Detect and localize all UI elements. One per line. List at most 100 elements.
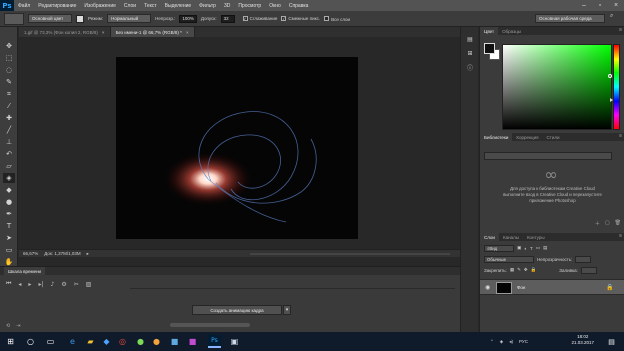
filter-smart-icon[interactable]: ▤ <box>543 245 547 251</box>
tab-channels[interactable]: Каналы <box>499 233 523 241</box>
horizontal-scrollbar[interactable] <box>250 253 450 255</box>
layer-blend-select[interactable]: Обычные <box>484 255 534 263</box>
hue-slider-handle[interactable] <box>610 98 613 102</box>
app-icon-green[interactable]: ● <box>134 335 147 348</box>
transition-icon[interactable]: ▨ <box>86 281 92 288</box>
quick-select-tool-icon[interactable]: ✎ <box>3 77 15 87</box>
contiguous-checkbox[interactable]: ✓ Смежные пикс. <box>281 16 320 21</box>
path-selection-tool-icon[interactable]: ➤ <box>3 233 15 243</box>
color-field-marker[interactable] <box>608 74 612 78</box>
marquee-tool-icon[interactable]: ⬚ <box>3 53 15 63</box>
layer-name[interactable]: Фон <box>517 285 525 290</box>
search-icon[interactable]: ○ <box>24 335 37 348</box>
search-icon[interactable]: ⌕ <box>610 13 613 20</box>
timeline-zoom-slider[interactable] <box>170 323 250 327</box>
menu-3d[interactable]: 3D <box>220 3 234 9</box>
tolerance-input[interactable]: 32 <box>220 14 235 23</box>
minimize-icon[interactable]: – <box>576 0 592 11</box>
pattern-swatch[interactable] <box>76 14 84 23</box>
menu-image[interactable]: Изображение <box>80 3 120 9</box>
lock-transparent-icon[interactable]: ▦ <box>510 267 514 273</box>
menu-select[interactable]: Выделение <box>161 3 196 9</box>
tool-preset-picker[interactable] <box>4 12 24 25</box>
lock-all-icon[interactable]: 🔒 <box>531 267 537 273</box>
tab-document-2[interactable]: Без имени-1 @ 66,7% (RGB/8) * × <box>110 27 195 37</box>
language-indicator[interactable]: РУС <box>519 339 528 344</box>
layer-opacity-input[interactable] <box>575 255 592 263</box>
tab-document-1[interactable]: 1.gif @ 73,3% (Фон копия 2, RGB/8) × <box>19 27 111 37</box>
split-icon[interactable]: ✂ <box>74 281 79 288</box>
filter-shape-icon[interactable]: ▭ <box>536 245 540 251</box>
edge-browser-icon[interactable]: e <box>66 335 79 348</box>
taskbar-clock[interactable]: 18:02 21.03.2017 <box>571 334 594 346</box>
photoshop-taskbar-icon[interactable]: Ps <box>208 335 221 348</box>
menu-edit[interactable]: Редактирование <box>34 3 80 9</box>
filter-type-icon[interactable]: T <box>530 246 533 251</box>
panel-menu-icon[interactable]: ≡ <box>619 233 622 239</box>
volume-icon[interactable]: ◂) <box>509 339 513 345</box>
tab-color[interactable]: Цвет <box>480 27 499 35</box>
menu-layers[interactable]: Слои <box>120 3 140 9</box>
file-explorer-icon[interactable]: ▰ <box>84 335 97 348</box>
opacity-input[interactable]: 100% <box>179 14 197 23</box>
history-brush-tool-icon[interactable]: ↶ <box>3 149 15 159</box>
app-icon-orange[interactable]: ● <box>150 335 163 348</box>
pen-tool-icon[interactable]: ✒ <box>3 209 15 219</box>
panel-menu-icon[interactable]: ≡ <box>619 27 622 33</box>
antialias-checkbox[interactable]: ✓ Сглаживание <box>242 16 277 21</box>
notifications-icon[interactable]: ▤ <box>605 335 618 348</box>
tab-libraries[interactable]: Библиотеки <box>480 133 513 141</box>
dodge-tool-icon[interactable]: ● <box>3 197 15 207</box>
network-icon[interactable]: ◈ <box>500 339 503 345</box>
eraser-tool-icon[interactable]: ▱ <box>3 161 15 171</box>
visibility-eye-icon[interactable]: ◉ <box>485 284 490 291</box>
menu-help[interactable]: Справка <box>285 3 313 9</box>
menu-window[interactable]: Окно <box>265 3 285 9</box>
next-frame-icon[interactable]: ▸| <box>38 281 43 288</box>
menu-filter[interactable]: Фильтр <box>195 3 220 9</box>
close-tab-icon[interactable]: × <box>102 30 105 35</box>
move-tool-icon[interactable]: ✥ <box>3 41 15 51</box>
filter-adjust-icon[interactable]: ◐ <box>524 246 527 251</box>
history-panel-icon[interactable]: ▤ <box>465 35 475 44</box>
lock-pixels-icon[interactable]: ✎ <box>517 267 521 273</box>
eyedropper-tool-icon[interactable]: ⁄ <box>3 101 15 111</box>
timeline-track[interactable] <box>130 279 455 289</box>
close-tab-icon[interactable]: × <box>186 30 189 35</box>
layer-fill-input[interactable] <box>580 266 597 274</box>
chevron-down-icon[interactable]: ▾ <box>283 305 291 315</box>
tab-timeline[interactable]: Шкала времени <box>4 267 46 275</box>
fill-source-select[interactable]: Основной цвет <box>28 14 72 23</box>
tray-up-icon[interactable]: ⌃ <box>490 339 494 345</box>
filter-pixel-icon[interactable]: ▣ <box>517 245 521 251</box>
audio-icon[interactable]: ♪ <box>50 281 54 288</box>
store-icon[interactable]: ◆ <box>100 335 113 348</box>
info-panel-icon[interactable]: ⓘ <box>465 63 475 72</box>
image-canvas[interactable] <box>116 57 358 239</box>
tab-layers[interactable]: Слои <box>480 233 499 241</box>
hue-slider[interactable] <box>613 44 620 130</box>
app-icon-blue[interactable]: ■ <box>168 335 181 348</box>
render-icon[interactable]: ⇥ <box>16 323 20 329</box>
tab-swatches[interactable]: Образцы <box>498 27 525 35</box>
settings-gear-icon[interactable]: ⚙ <box>61 281 66 288</box>
layer-row[interactable]: ◉ Фон 🔒 <box>480 279 624 295</box>
play-icon[interactable]: ▸ <box>28 281 31 288</box>
crop-tool-icon[interactable]: ⌗ <box>3 89 15 99</box>
create-frame-animation-button[interactable]: Создать анимацию кадра <box>192 305 282 315</box>
close-icon[interactable]: × <box>608 0 624 11</box>
add-content-icon[interactable]: ＋ <box>595 220 600 228</box>
properties-panel-icon[interactable]: ⊞ <box>465 49 475 58</box>
chrome-icon[interactable]: ◎ <box>116 335 129 348</box>
zoom-level[interactable]: 66,67% <box>23 251 38 256</box>
paint-bucket-tool-icon[interactable]: ◈ <box>3 173 15 183</box>
task-view-icon[interactable]: ▭ <box>44 335 57 348</box>
panel-menu-icon[interactable]: ≡ <box>619 133 622 139</box>
menu-type[interactable]: Текст <box>140 3 161 9</box>
rectangle-tool-icon[interactable]: ▭ <box>3 245 15 255</box>
library-folder-icon[interactable]: ▢ <box>605 220 610 228</box>
status-arrow-icon[interactable]: ▸ <box>87 251 89 257</box>
color-picker-field[interactable] <box>502 44 612 130</box>
first-frame-icon[interactable]: ⏮ <box>6 280 11 288</box>
layer-filter-select[interactable]: ⌕ Вид <box>484 244 514 252</box>
